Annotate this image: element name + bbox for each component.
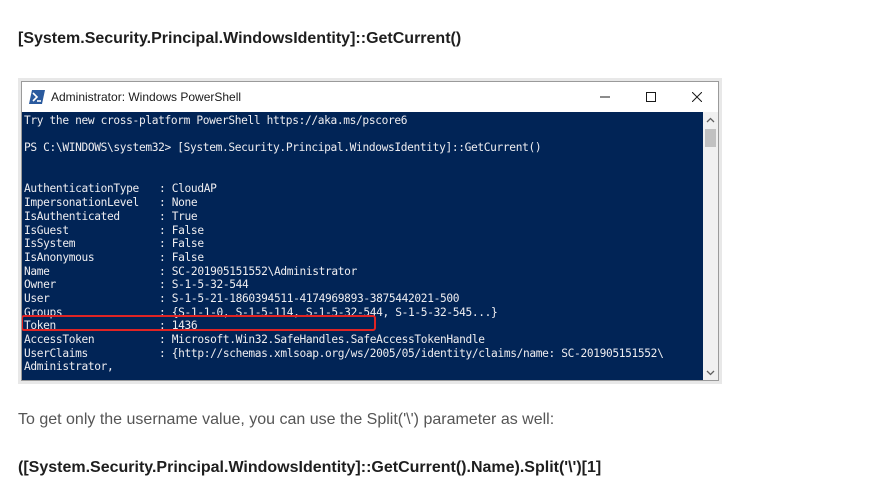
property-line: IsGuest : False — [24, 224, 703, 238]
console-command: [System.Security.Principal.WindowsIdenti… — [177, 141, 542, 155]
property-name: Owner — [24, 278, 56, 292]
powershell-window: Administrator: Windows PowerShell Try th… — [21, 81, 719, 381]
property-line: Token : 1436 — [24, 319, 703, 333]
property-value: : 1436 — [159, 319, 198, 333]
property-name: IsAuthenticated — [24, 209, 120, 223]
property-name: Token — [24, 319, 56, 333]
console-output[interactable]: Try the new cross-platform PowerShell ht… — [22, 112, 703, 380]
property-line: IsAnonymous : False — [24, 251, 703, 265]
property-line: AuthenticationType : CloudAP — [24, 182, 703, 196]
property-name: Groups — [24, 305, 63, 319]
property-value: : True — [159, 209, 198, 223]
property-value: : S-1-5-32-544 — [159, 278, 249, 292]
property-value: : {http://schemas.xmlsoap.org/ws/2005/05… — [159, 346, 664, 360]
property-value: : S-1-5-21-1860394511-4174969893-3875442… — [159, 291, 460, 305]
property-line: IsAuthenticated : True — [24, 210, 703, 224]
close-button[interactable] — [674, 82, 720, 112]
property-value: : {S-1-1-0, S-1-5-114, S-1-5-32-544, S-1… — [159, 305, 498, 319]
property-name: AccessToken — [24, 333, 95, 346]
property-name: IsAnonymous — [24, 250, 95, 264]
property-value: : None — [159, 196, 198, 210]
property-name: Name — [24, 264, 50, 278]
property-value: : False — [159, 250, 204, 264]
property-value: : Microsoft.Win32.SafeHandles.SafeAccess… — [159, 333, 485, 346]
heading-split-command: ([System.Security.Principal.WindowsIdent… — [18, 459, 602, 476]
property-line-name: Name : SC-201905151552\Administrator — [24, 265, 703, 279]
console-prompt: PS C:\WINDOWS\system32> — [24, 141, 178, 155]
maximize-icon — [646, 92, 656, 102]
property-name: AuthenticationType — [24, 182, 139, 196]
property-line: ImpersonationLevel : None — [24, 196, 703, 210]
scroll-down-button[interactable] — [703, 365, 718, 380]
property-name: IsSystem — [24, 237, 76, 251]
scroll-up-button[interactable] — [703, 112, 718, 127]
close-icon — [692, 92, 702, 102]
property-name: UserClaims — [24, 346, 88, 360]
property-value: : CloudAP — [159, 182, 217, 196]
property-name: User — [24, 291, 50, 305]
property-line: User : S-1-5-21-1860394511-4174969893-387… — [24, 292, 703, 306]
property-line: Groups : {S-1-1-0, S-1-5-114, S-1-5-32-54… — [24, 306, 703, 320]
property-line: IsSystem : False — [24, 237, 703, 251]
property-value: : False — [159, 223, 204, 237]
property-name: IsGuest — [24, 223, 69, 237]
property-line: Owner : S-1-5-32-544 — [24, 278, 703, 292]
maximize-button[interactable] — [628, 82, 674, 112]
powershell-icon — [29, 90, 45, 104]
minimize-icon — [600, 96, 610, 98]
title-bar[interactable]: Administrator: Windows PowerShell — [22, 82, 718, 112]
property-value: : False — [159, 237, 204, 251]
chevron-up-icon — [706, 117, 715, 122]
console-command-line: PS C:\WINDOWS\system32> [System.Security… — [24, 141, 703, 155]
scroll-thumb[interactable] — [705, 129, 716, 147]
console-banner: Try the new cross-platform PowerShell ht… — [24, 114, 408, 127]
minimize-button[interactable] — [582, 82, 628, 112]
property-value: : SC-201905151552\Administrator — [159, 264, 357, 278]
console-wrap-line: Administrator, — [24, 360, 114, 374]
window-title: Administrator: Windows PowerShell — [51, 90, 242, 104]
explanation-paragraph: To get only the username value, you can … — [18, 411, 555, 428]
vertical-scrollbar[interactable] — [703, 112, 718, 380]
property-line: AccessToken : Microsoft.Win32.SafeHandles… — [24, 333, 703, 347]
powershell-screenshot: Administrator: Windows PowerShell Try th… — [18, 78, 722, 384]
property-line: UserClaims : {http://schemas.xmlsoap.org/… — [24, 347, 703, 361]
property-name: ImpersonationLevel — [24, 196, 139, 210]
heading-get-current: [System.Security.Principal.WindowsIdenti… — [18, 30, 462, 47]
chevron-down-icon — [706, 370, 715, 375]
